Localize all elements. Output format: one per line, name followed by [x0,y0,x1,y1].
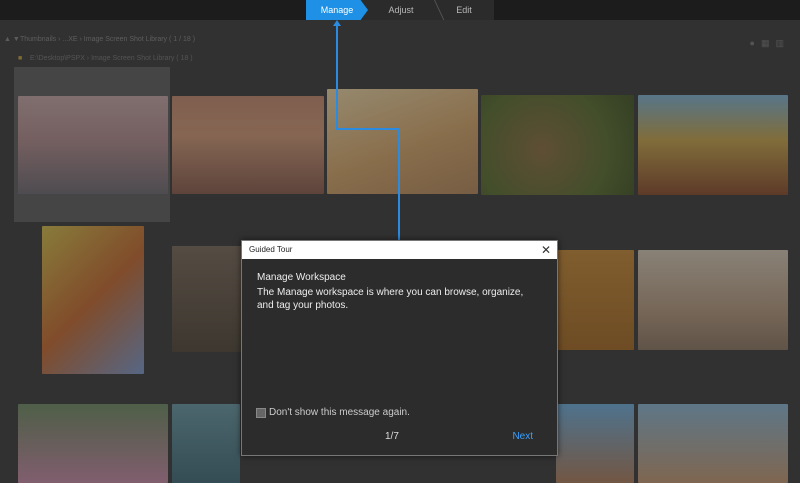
callout-line [398,128,400,240]
dont-show-label: Don't show this message again. [269,407,410,418]
guided-tour-dialog: Guided Tour ✕ Manage Workspace The Manag… [241,240,558,456]
dialog-title-bar: Guided Tour ✕ [242,241,557,259]
dialog-heading: Manage Workspace [257,272,346,283]
dont-show-checkbox[interactable]: Don't show this message again. [256,407,410,418]
checkbox-icon[interactable] [256,407,266,418]
dialog-body: The Manage workspace is where you can br… [257,287,524,311]
next-button[interactable]: Next [512,431,533,442]
dialog-title: Guided Tour [249,245,293,254]
callout-line [336,128,400,130]
tab-adjust[interactable]: Adjust [368,0,434,20]
tab-manage[interactable]: Manage [306,0,368,20]
workspace-tabs: Manage Adjust Edit [306,0,494,20]
callout-arrow-icon [333,20,341,26]
tour-pager: 1/7 [385,431,399,442]
workspace-tab-bar: Manage Adjust Edit [0,0,800,20]
close-icon[interactable]: ✕ [541,241,551,259]
callout-line [336,22,338,130]
